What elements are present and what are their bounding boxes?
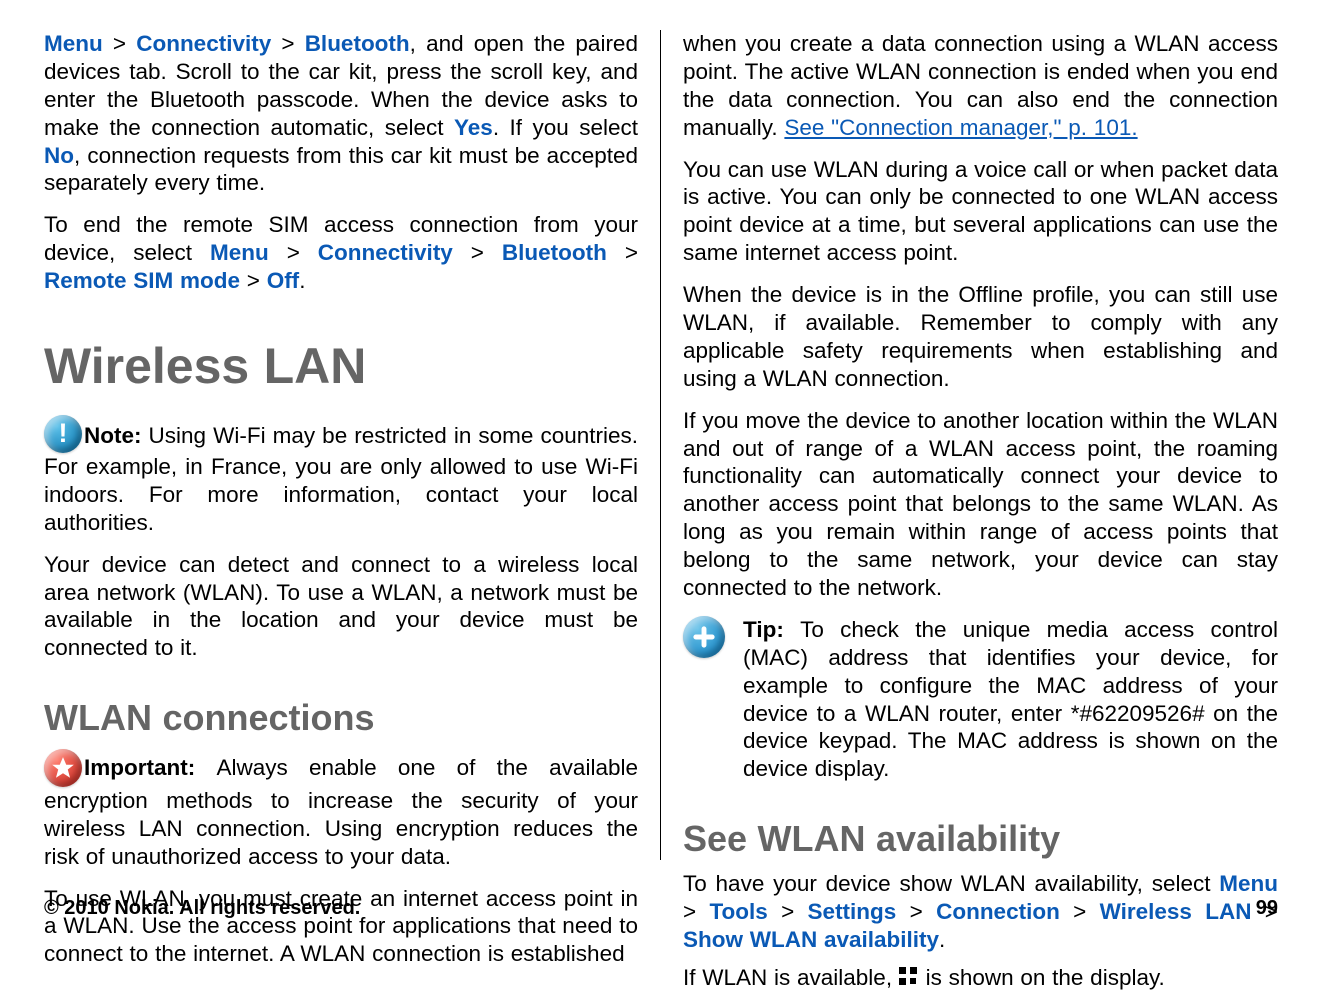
- tip-label: Tip:: [743, 617, 800, 642]
- link-connection-manager[interactable]: See "Connection manager," p. 101.: [784, 115, 1137, 140]
- ui-path-connectivity: Connectivity: [136, 31, 271, 56]
- ui-path-remote-sim: Remote SIM mode: [44, 268, 240, 293]
- ui-path-bluetooth: Bluetooth: [502, 240, 607, 265]
- tip-text: Tip: To check the unique media access co…: [743, 616, 1278, 783]
- ui-option-yes: Yes: [454, 115, 493, 140]
- body-text: To have your device show WLAN availabili…: [683, 871, 1219, 896]
- copyright-text: © 2010 Nokia. All rights reserved.: [44, 897, 360, 920]
- ui-option-no: No: [44, 143, 74, 168]
- heading-wlan-connections: WLAN connections: [44, 696, 638, 741]
- ui-option-off: Off: [267, 268, 300, 293]
- period: .: [939, 927, 945, 952]
- page-footer: © 2010 Nokia. All rights reserved. 99: [44, 897, 1278, 920]
- important-callout: Important: Always enable one of the avai…: [44, 749, 638, 871]
- ui-path-menu: Menu: [44, 31, 103, 56]
- ui-path-menu: Menu: [1219, 871, 1278, 896]
- note-label: Note:: [84, 423, 149, 448]
- heading-wireless-lan: Wireless LAN: [44, 335, 638, 397]
- page-number: 99: [1256, 897, 1278, 920]
- tip-body: To check the unique media access control…: [743, 617, 1278, 781]
- left-column: Menu > Connectivity > Bluetooth, and ope…: [44, 30, 661, 860]
- document-page: Menu > Connectivity > Bluetooth, and ope…: [0, 0, 1322, 954]
- important-label: Important:: [84, 755, 217, 780]
- tip-icon: [683, 616, 725, 658]
- ui-path-connectivity: Connectivity: [318, 240, 453, 265]
- separator: >: [269, 240, 318, 265]
- ui-path-menu: Menu: [210, 240, 269, 265]
- separator: >: [453, 240, 502, 265]
- body-text: . If you select: [493, 115, 638, 140]
- paragraph-wlan-established: when you create a data connection using …: [683, 30, 1278, 142]
- separator: >: [271, 31, 304, 56]
- right-column: when you create a data connection using …: [661, 30, 1278, 860]
- ui-path-bluetooth: Bluetooth: [305, 31, 410, 56]
- period: .: [299, 268, 305, 293]
- wlan-availability-icon: [899, 967, 919, 987]
- note-callout: Note: Using Wi-Fi may be restricted in s…: [44, 415, 638, 537]
- note-icon: [44, 415, 82, 453]
- paragraph-wlan-detect: Your device can detect and connect to a …: [44, 551, 638, 663]
- paragraph-roaming: If you move the device to another locati…: [683, 407, 1278, 602]
- tip-callout: Tip: To check the unique media access co…: [683, 616, 1278, 783]
- heading-see-wlan-availability: See WLAN availability: [683, 817, 1278, 862]
- separator: >: [240, 268, 267, 293]
- tip-icon-container: [683, 616, 743, 783]
- body-text: , connection requests from this car kit …: [44, 143, 638, 196]
- two-column-layout: Menu > Connectivity > Bluetooth, and ope…: [44, 30, 1278, 860]
- paragraph-wlan-voice-call: You can use WLAN during a voice call or …: [683, 156, 1278, 268]
- body-text: If WLAN is available,: [683, 965, 899, 990]
- important-icon: [44, 749, 82, 787]
- separator: >: [103, 31, 136, 56]
- ui-option-show-wlan: Show WLAN availability: [683, 927, 939, 952]
- paragraph-end-remote-sim: To end the remote SIM access connection …: [44, 211, 638, 295]
- separator: >: [607, 240, 638, 265]
- paragraph-offline-profile: When the device is in the Offline profil…: [683, 281, 1278, 393]
- body-text: is shown on the display.: [919, 965, 1165, 990]
- paragraph-wlan-indicator: If WLAN is available, is shown on the di…: [683, 964, 1278, 991]
- paragraph-bluetooth-pairing: Menu > Connectivity > Bluetooth, and ope…: [44, 30, 638, 197]
